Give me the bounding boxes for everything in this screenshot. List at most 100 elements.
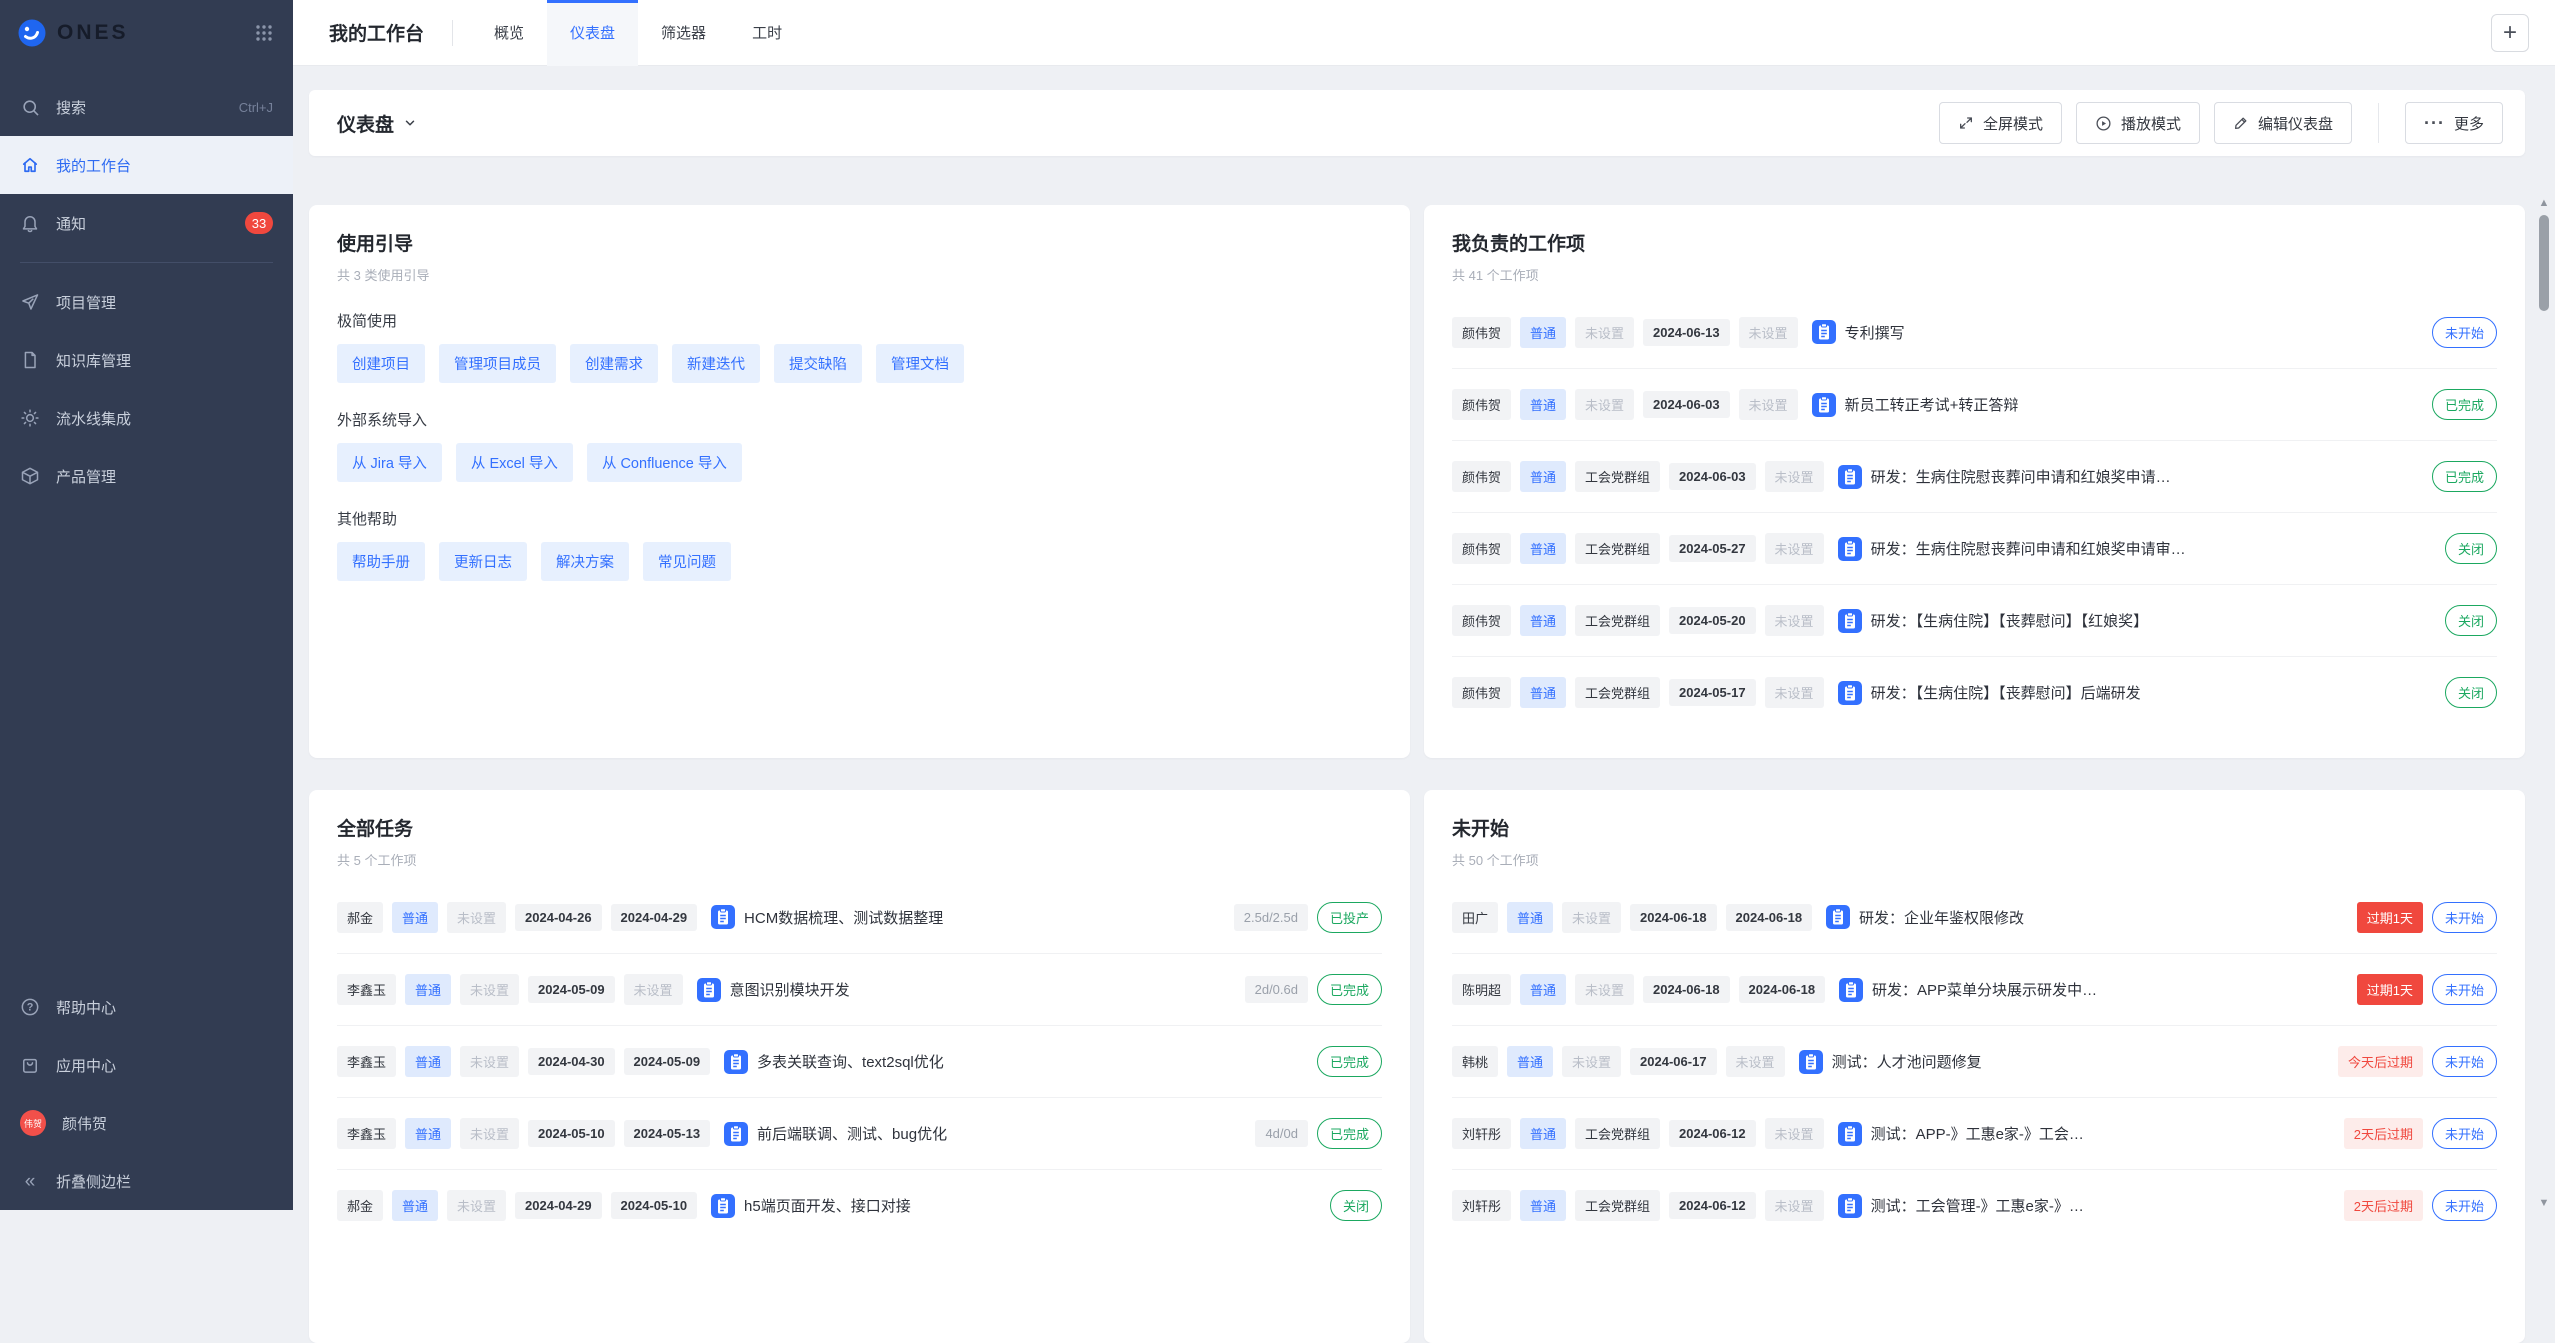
work-item-title[interactable]: 研发：企业年鉴权限修改 (1859, 907, 2348, 928)
card-title: 使用引导 (337, 229, 1382, 256)
work-item-title[interactable]: 测试：工会管理-》工惠e家-》… (1871, 1195, 2335, 1216)
work-item-row[interactable]: 李鑫玉 普通 未设置 2024-04-30 2024-05-09 多表关联查询、… (337, 1025, 1382, 1097)
work-item-row[interactable]: 郝金 普通 未设置 2024-04-26 2024-04-29 HCM数据梳理、… (337, 881, 1382, 953)
guide-chip[interactable]: 新建迭代 (672, 344, 760, 383)
edit-dashboard-button[interactable]: 编辑仪表盘 (2214, 102, 2352, 144)
guide-chip[interactable]: 从 Jira 导入 (337, 443, 442, 482)
assignee-tag: 李鑫玉 (337, 1046, 396, 1077)
work-item-title[interactable]: 研发：生病住院慰丧葬问申请和红娘奖申请审… (1871, 538, 2436, 559)
dashboard-title-dropdown[interactable]: 仪表盘 (337, 110, 417, 137)
work-item-row[interactable]: 刘轩彤 普通 工会党群组 2024-06-12 未设置 测试：APP-》工惠e家… (1452, 1097, 2497, 1169)
work-item-type-icon (1838, 681, 1862, 705)
secondary-date-tag: 2024-05-09 (624, 1048, 711, 1075)
work-item-title[interactable]: 意图识别模块开发 (730, 979, 1236, 1000)
guide-chip[interactable]: 提交缺陷 (774, 344, 862, 383)
tab-worklog[interactable]: 工时 (729, 0, 805, 66)
sidebar-item-notifications[interactable]: 通知 33 (0, 194, 293, 252)
work-item-row[interactable]: 颜伟贺 普通 工会党群组 2024-05-17 未设置 研发：【生病住院】【丧葬… (1452, 656, 2497, 728)
topbar: 我的工作台 概览 仪表盘 筛选器 工时 + (293, 0, 2555, 66)
more-button[interactable]: ··· 更多 (2405, 102, 2503, 144)
sidebar-item-app-center[interactable]: 应用中心 (0, 1036, 293, 1094)
guide-chip[interactable]: 常见问题 (643, 542, 731, 581)
fullscreen-mode-button[interactable]: 全屏模式 (1939, 102, 2062, 144)
guide-chip[interactable]: 更新日志 (439, 542, 527, 581)
work-item-title[interactable]: 专利撰写 (1845, 322, 2423, 343)
work-item-row[interactable]: 陈明超 普通 未设置 2024-06-18 2024-06-18 研发：APP菜… (1452, 953, 2497, 1025)
scroll-down-arrow-icon[interactable]: ▼ (2539, 1196, 2550, 1210)
sidebar-search[interactable]: 搜索 Ctrl+J (0, 78, 293, 136)
sidebar-item-user[interactable]: 伟贺 颜伟贺 (0, 1094, 293, 1152)
work-item-title[interactable]: 研发：生病住院慰丧葬问申请和红娘奖申请… (1871, 466, 2423, 487)
user-name: 颜伟贺 (62, 1113, 107, 1134)
sidebar-item-wiki[interactable]: 知识库管理 (0, 331, 293, 389)
page-scrollbar[interactable]: ▲ ▼ (2536, 196, 2552, 1210)
work-item-row[interactable]: 李鑫玉 普通 未设置 2024-05-10 2024-05-13 前后端联调、测… (337, 1097, 1382, 1169)
sidebar-item-products[interactable]: 产品管理 (0, 447, 293, 505)
sidebar-item-projects[interactable]: 项目管理 (0, 273, 293, 331)
scroll-up-arrow-icon[interactable]: ▲ (2539, 196, 2550, 210)
secondary-date-tag: 2024-05-10 (611, 1192, 698, 1219)
work-item-row[interactable]: 刘轩彤 普通 工会党群组 2024-06-12 未设置 测试：工会管理-》工惠e… (1452, 1169, 2497, 1241)
guide-chip[interactable]: 管理文档 (876, 344, 964, 383)
sidebar-item-help-center[interactable]: ? 帮助中心 (0, 978, 293, 1036)
work-item-title[interactable]: HCM数据梳理、测试数据整理 (744, 907, 1225, 928)
work-item-title[interactable]: 测试：人才池问题修复 (1832, 1051, 2329, 1072)
scrollbar-thumb[interactable] (2539, 215, 2549, 311)
main-area: 我的工作台 概览 仪表盘 筛选器 工时 + 仪表盘 全屏模式 (293, 0, 2555, 1210)
guide-chip[interactable]: 管理项目成员 (439, 344, 556, 383)
work-item-list: 郝金 普通 未设置 2024-04-26 2024-04-29 HCM数据梳理、… (337, 881, 1382, 1241)
sidebar: ONES 搜索 Ctrl+J 我的工作台 通知 33 (0, 0, 293, 1210)
guide-chip-row: 帮助手册 更新日志 解决方案 常见问题 (337, 542, 1382, 581)
status-badge: 已完成 (1317, 1046, 1382, 1077)
sidebar-item-collapse[interactable]: « 折叠侧边栏 (0, 1152, 293, 1210)
guide-chip[interactable]: 从 Excel 导入 (456, 443, 573, 482)
apps-grid-icon[interactable] (255, 24, 273, 42)
work-item-title[interactable]: 研发：【生病住院】【丧葬慰问】后端研发 (1871, 682, 2436, 703)
button-label: 更多 (2454, 113, 2484, 134)
sidebar-item-workbench[interactable]: 我的工作台 (0, 136, 293, 194)
status-badge: 已完成 (2432, 389, 2497, 420)
work-item-row[interactable]: 颜伟贺 普通 未设置 2024-06-03 未设置 新员工转正考试+转正答辩 (1452, 368, 2497, 440)
work-item-row[interactable]: 李鑫玉 普通 未设置 2024-05-09 未设置 意图识别模块开发 2d/0.… (337, 953, 1382, 1025)
date-tag: 2024-04-29 (515, 1192, 602, 1219)
work-item-title[interactable]: h5端页面开发、接口对接 (744, 1195, 1321, 1216)
tab-overview[interactable]: 概览 (471, 0, 547, 66)
work-item-row[interactable]: 颜伟贺 普通 工会党群组 2024-06-03 未设置 研发：生病住院慰丧葬问申… (1452, 440, 2497, 512)
priority-tag: 普通 (1520, 974, 1566, 1005)
status-badge: 未开始 (2432, 1118, 2497, 1149)
sidebar-item-label: 应用中心 (56, 1055, 116, 1076)
work-item-row[interactable]: 韩桃 普通 未设置 2024-06-17 未设置 测试：人才池问题修复 今天后过… (1452, 1025, 2497, 1097)
guide-chip-row: 创建项目 管理项目成员 创建需求 新建迭代 提交缺陷 (337, 344, 1382, 383)
work-item-row[interactable]: 颜伟贺 普通 工会党群组 2024-05-20 未设置 研发：【生病住院】【丧葬… (1452, 584, 2497, 656)
sprint-tag: 未设置 (1575, 974, 1634, 1005)
work-item-row[interactable]: 郝金 普通 未设置 2024-04-29 2024-05-10 h5端页面开发、… (337, 1169, 1382, 1241)
sidebar-item-pipeline[interactable]: 流水线集成 (0, 389, 293, 447)
work-item-row[interactable]: 颜伟贺 普通 未设置 2024-06-13 未设置 专利撰写 未开始 (1452, 296, 2497, 368)
guide-section-label: 其他帮助 (337, 508, 1382, 529)
work-item-row[interactable]: 田广 普通 未设置 2024-06-18 2024-06-18 研发：企业年鉴权… (1452, 881, 2497, 953)
due-badge: 过期1天 (2357, 974, 2423, 1005)
play-mode-button[interactable]: 播放模式 (2076, 102, 2200, 144)
work-item-type-icon (711, 1194, 735, 1218)
work-item-title[interactable]: 研发：APP菜单分块展示研发中… (1872, 979, 2348, 1000)
guide-chip[interactable]: 创建需求 (570, 344, 658, 383)
work-item-row[interactable]: 颜伟贺 普通 工会党群组 2024-05-27 未设置 研发：生病住院慰丧葬问申… (1452, 512, 2497, 584)
work-item-title[interactable]: 新员工转正考试+转正答辩 (1845, 394, 2423, 415)
tab-filters[interactable]: 筛选器 (638, 0, 729, 66)
add-tab-button[interactable]: + (2491, 14, 2529, 52)
work-item-title[interactable]: 多表关联查询、text2sql优化 (757, 1051, 1308, 1072)
work-item-title[interactable]: 研发：【生病住院】【丧葬慰问】【红娘奖】 (1871, 610, 2436, 631)
guide-chip[interactable]: 解决方案 (541, 542, 629, 581)
guide-chip[interactable]: 从 Confluence 导入 (587, 443, 742, 482)
bell-icon (20, 213, 40, 233)
status-badge: 已完成 (2432, 461, 2497, 492)
card-my-work-items: 我负责的工作项 共 41 个工作项 颜伟贺 普通 未设置 2024-06-13 … (1424, 205, 2525, 758)
guide-chip[interactable]: 创建项目 (337, 344, 425, 383)
work-item-title[interactable]: 前后端联调、测试、bug优化 (757, 1123, 1246, 1144)
page-title: 我的工作台 (329, 19, 424, 46)
work-item-title[interactable]: 测试：APP-》工惠e家-》工会… (1871, 1123, 2335, 1144)
guide-chip[interactable]: 帮助手册 (337, 542, 425, 581)
sprint-tag: 工会党群组 (1575, 677, 1660, 708)
tab-dashboard[interactable]: 仪表盘 (547, 0, 638, 66)
assignee-tag: 郝金 (337, 902, 383, 933)
